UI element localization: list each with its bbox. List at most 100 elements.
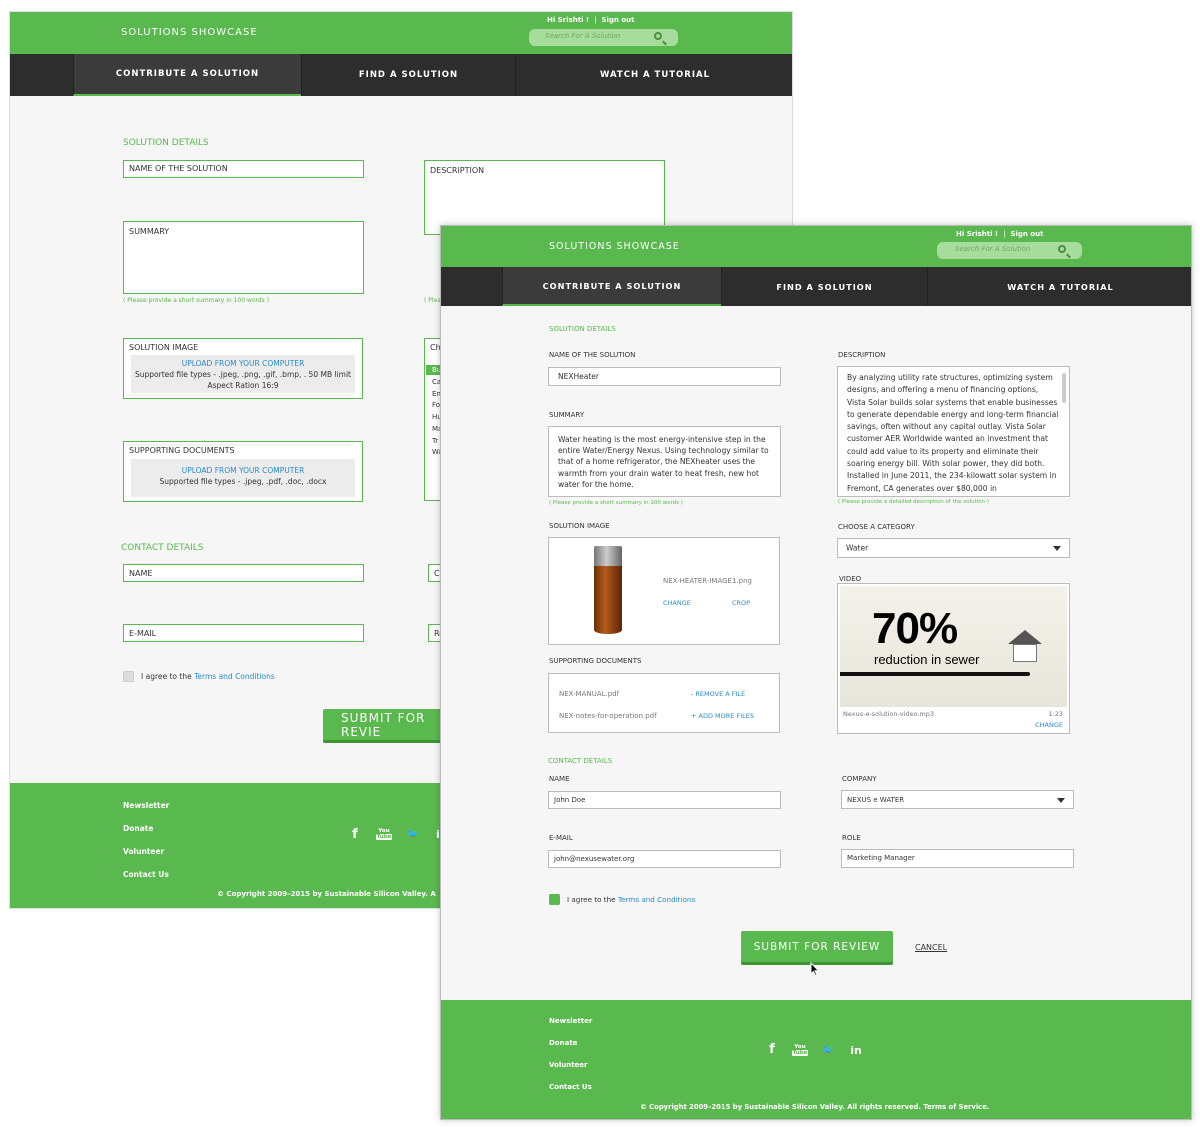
facebook-icon[interactable]: f — [766, 1042, 778, 1057]
chevron-down-icon — [1057, 797, 1065, 803]
agree-checkbox[interactable] — [549, 894, 560, 905]
doc-item[interactable]: NEX-notes-for-operation.pdf — [559, 712, 657, 720]
footer-link-contact[interactable]: Contact Us — [549, 1083, 592, 1091]
footer-link-volunteer[interactable]: Volunteer — [123, 847, 164, 856]
name-input[interactable]: NAME OF THE SOLUTION — [123, 160, 364, 178]
cursor-icon — [810, 962, 820, 976]
image-crop-link[interactable]: CROP — [732, 599, 750, 607]
footer-link-donate[interactable]: Donate — [123, 824, 153, 833]
docs-upload-link[interactable]: UPLOAD FROM YOUR COMPUTER — [131, 465, 355, 476]
role-value: Marketing Manager — [847, 854, 915, 862]
company-select[interactable]: NEXUS e WATER — [841, 790, 1074, 809]
summary-hint: ( Please provide a short summary in 100 … — [123, 297, 270, 304]
category-select[interactable]: Water — [837, 538, 1070, 558]
footer-link-newsletter[interactable]: Newsletter — [549, 1017, 592, 1025]
category-value: Water — [846, 543, 869, 553]
search-placeholder: Search For A Solution — [545, 32, 621, 40]
contact-name-input[interactable]: John Doe — [548, 791, 781, 809]
video-label: VIDEO — [839, 575, 862, 583]
terms-link[interactable]: Terms and Conditions — [194, 672, 275, 681]
description-label: DESCRIPTION — [838, 351, 886, 359]
greeting-text: Hi Srishti ! — [547, 16, 590, 24]
solution-image-label: SOLUTION IMAGE — [129, 343, 199, 352]
summary-input[interactable]: Water heating is the most energy-intensi… — [548, 426, 781, 497]
contact-name-label: NAME — [129, 569, 153, 578]
agree-text: I agree to the Terms and Conditions — [141, 672, 275, 681]
category-label: CHOOSE A CATEGORY — [838, 523, 915, 531]
footer-link-newsletter[interactable]: Newsletter — [123, 801, 169, 810]
footer-link-contact[interactable]: Contact Us — [123, 870, 169, 879]
tab-tutorial[interactable]: WATCH A TUTORIAL — [927, 267, 1191, 306]
tab-find[interactable]: FIND A SOLUTION — [721, 267, 927, 306]
brand-title: SOLUTIONS SHOWCASE — [121, 27, 258, 38]
footer-link-volunteer[interactable]: Volunteer — [549, 1061, 588, 1069]
name-label: NAME OF THE SOLUTION — [129, 164, 228, 173]
youtube-tube: Tube — [376, 834, 392, 840]
search-input[interactable]: Search For A Solution — [529, 29, 678, 46]
supporting-docs-label: SUPPORTING DOCUMENTS — [549, 657, 642, 665]
twitter-icon[interactable]: 🐦 — [821, 1045, 835, 1056]
house-roof — [1008, 630, 1042, 644]
name-label: NAME OF THE SOLUTION — [549, 351, 636, 359]
email-value: john@nexusewater.org — [554, 855, 635, 863]
youtube-icon[interactable]: You Tube — [792, 1044, 808, 1056]
docs-types: Supported file types - .jpeg, .pdf, .doc… — [159, 477, 327, 486]
company-value: NEXUS e WATER — [847, 795, 905, 804]
email-label: E-MAIL — [129, 629, 157, 638]
supporting-docs-box: NEX-MANUAL.pdf NEX-notes-for-operation.p… — [548, 673, 780, 733]
doc-item[interactable]: NEX-MANUAL.pdf — [559, 690, 619, 698]
chevron-down-icon — [1053, 546, 1061, 551]
email-label: E-MAIL — [549, 834, 573, 842]
email-input[interactable]: john@nexusewater.org — [548, 850, 781, 868]
description-input[interactable]: By analyzing utility rate structures, op… — [837, 366, 1070, 497]
contact-details-heading: CONTACT DETAILS — [121, 543, 204, 553]
upload-link[interactable]: UPLOAD FROM YOUR COMPUTER — [131, 358, 355, 369]
separator: | — [1003, 230, 1006, 238]
description-scrollbar[interactable] — [1062, 373, 1066, 403]
footer-link-donate[interactable]: Donate — [549, 1039, 577, 1047]
email-input[interactable]: E-MAIL — [123, 624, 364, 642]
video-box: 70% reduction in sewer Nexus-e-solution-… — [837, 583, 1070, 734]
video-pipe — [840, 672, 1030, 676]
agree-checkbox[interactable] — [123, 671, 134, 682]
search-placeholder: Search For A Solution — [955, 245, 1031, 253]
video-caption: reduction in sewer — [874, 652, 980, 667]
signout-link[interactable]: Sign out — [1010, 230, 1043, 238]
name-input[interactable]: NEXHeater — [548, 367, 781, 386]
image-types: Supported file types - .jpeg, .png, .gif… — [135, 370, 351, 379]
role-input[interactable]: Marketing Manager — [841, 849, 1074, 868]
upload-area[interactable]: UPLOAD FROM YOUR COMPUTER Supported file… — [131, 355, 355, 393]
cancel-link[interactable]: CANCEL — [915, 943, 947, 952]
house-icon — [1008, 630, 1042, 666]
copyright: © Copyright 2009–2015 by Sustainable Sil… — [217, 890, 436, 898]
twitter-icon[interactable]: 🐦 — [406, 829, 420, 840]
tab-tutorial[interactable]: WATCH A TUTORIAL — [515, 54, 792, 96]
video-thumbnail[interactable]: 70% reduction in sewer — [840, 586, 1067, 707]
terms-link[interactable]: Terms and Conditions — [618, 895, 695, 904]
submit-button[interactable]: SUBMIT FOR REVIEW — [741, 931, 893, 965]
contact-name-label: NAME — [549, 775, 570, 783]
tab-find[interactable]: FIND A SOLUTION — [301, 54, 515, 96]
docs-upload-area[interactable]: UPLOAD FROM YOUR COMPUTER Supported file… — [131, 459, 355, 497]
tab-contribute[interactable]: CONTRIBUTE A SOLUTION — [73, 54, 301, 96]
search-icon[interactable] — [1058, 245, 1066, 253]
youtube-icon[interactable]: You Tube — [376, 828, 392, 840]
facebook-icon[interactable]: f — [349, 827, 361, 842]
linkedin-icon[interactable]: in — [848, 1044, 864, 1057]
summary-value: Water heating is the most energy-intensi… — [558, 435, 769, 489]
image-change-link[interactable]: CHANGE — [663, 599, 691, 607]
add-files-link[interactable]: + ADD MORE FILES — [691, 712, 754, 720]
supporting-docs-label: SUPPORTING DOCUMENTS — [129, 446, 235, 455]
video-change-link[interactable]: CHANGE — [1035, 721, 1063, 729]
solution-image-box: SOLUTION IMAGE UPLOAD FROM YOUR COMPUTER… — [123, 338, 363, 399]
remove-file-link[interactable]: - REMOVE A FILE — [691, 690, 745, 698]
contact-name-input[interactable]: NAME — [123, 564, 364, 582]
signout-link[interactable]: Sign out — [601, 16, 634, 24]
summary-hint: ( Please provide a short summary in 100 … — [549, 500, 683, 506]
search-input[interactable]: Search For A Solution — [937, 242, 1082, 259]
tab-contribute[interactable]: CONTRIBUTE A SOLUTION — [502, 267, 721, 306]
search-icon[interactable] — [654, 32, 662, 40]
supporting-docs-box: SUPPORTING DOCUMENTS UPLOAD FROM YOUR CO… — [123, 441, 363, 502]
summary-input[interactable]: SUMMARY — [123, 221, 364, 294]
description-input[interactable]: DESCRIPTION — [424, 160, 665, 235]
